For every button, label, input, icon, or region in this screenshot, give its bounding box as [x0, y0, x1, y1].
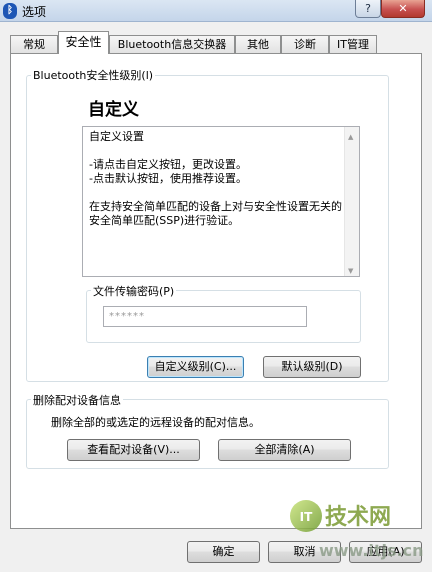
security-level-group-label: Bluetooth安全性级别(l)	[31, 67, 156, 83]
custom-level-button[interactable]: 自定义级别(C)...	[147, 356, 244, 378]
title-bar[interactable]: ᛒ 选项 ? ✕	[0, 0, 432, 22]
cancel-button[interactable]: 取消	[268, 541, 341, 563]
description-scrollbar[interactable]: ▲ ▼	[344, 127, 359, 276]
tab-other[interactable]: 其他	[235, 35, 281, 53]
file-transfer-password-input[interactable]: ******	[103, 306, 307, 327]
security-description-text: 自定义设置 -请点击自定义按钮，更改设置。 -点击默认按钮，使用推荐设置。 在支…	[89, 130, 342, 227]
window-title: 选项	[22, 5, 47, 19]
view-paired-devices-button[interactable]: 查看配对设备(V)...	[67, 439, 200, 461]
tab-diagnostics[interactable]: 诊断	[281, 35, 329, 53]
security-level-name: 自定义	[88, 100, 139, 120]
ok-button[interactable]: 确定	[187, 541, 260, 563]
bluetooth-icon: ᛒ	[3, 3, 17, 19]
default-level-button[interactable]: 默认级别(D)	[263, 356, 361, 378]
tab-security[interactable]: 安全性	[58, 31, 109, 54]
help-button[interactable]: ?	[355, 0, 381, 18]
tab-general[interactable]: 常规	[10, 35, 58, 53]
apply-button[interactable]: 应用(A)	[349, 541, 422, 563]
tab-bluetooth-exchanger[interactable]: Bluetooth信息交换器	[109, 35, 235, 53]
pairing-description: 删除全部的或选定的远程设备的配对信息。	[51, 416, 260, 429]
tab-it-management[interactable]: IT管理	[329, 35, 377, 53]
security-description-box[interactable]: 自定义设置 -请点击自定义按钮，更改设置。 -点击默认按钮，使用推荐设置。 在支…	[82, 126, 360, 277]
pairing-group-label: 删除配对设备信息	[31, 392, 123, 408]
scroll-up-icon[interactable]: ▲	[348, 130, 353, 144]
close-button[interactable]: ✕	[381, 0, 425, 18]
password-group-label: 文件传输密码(P)	[91, 283, 177, 299]
clear-all-button[interactable]: 全部清除(A)	[218, 439, 351, 461]
scroll-down-icon[interactable]: ▼	[348, 264, 353, 278]
